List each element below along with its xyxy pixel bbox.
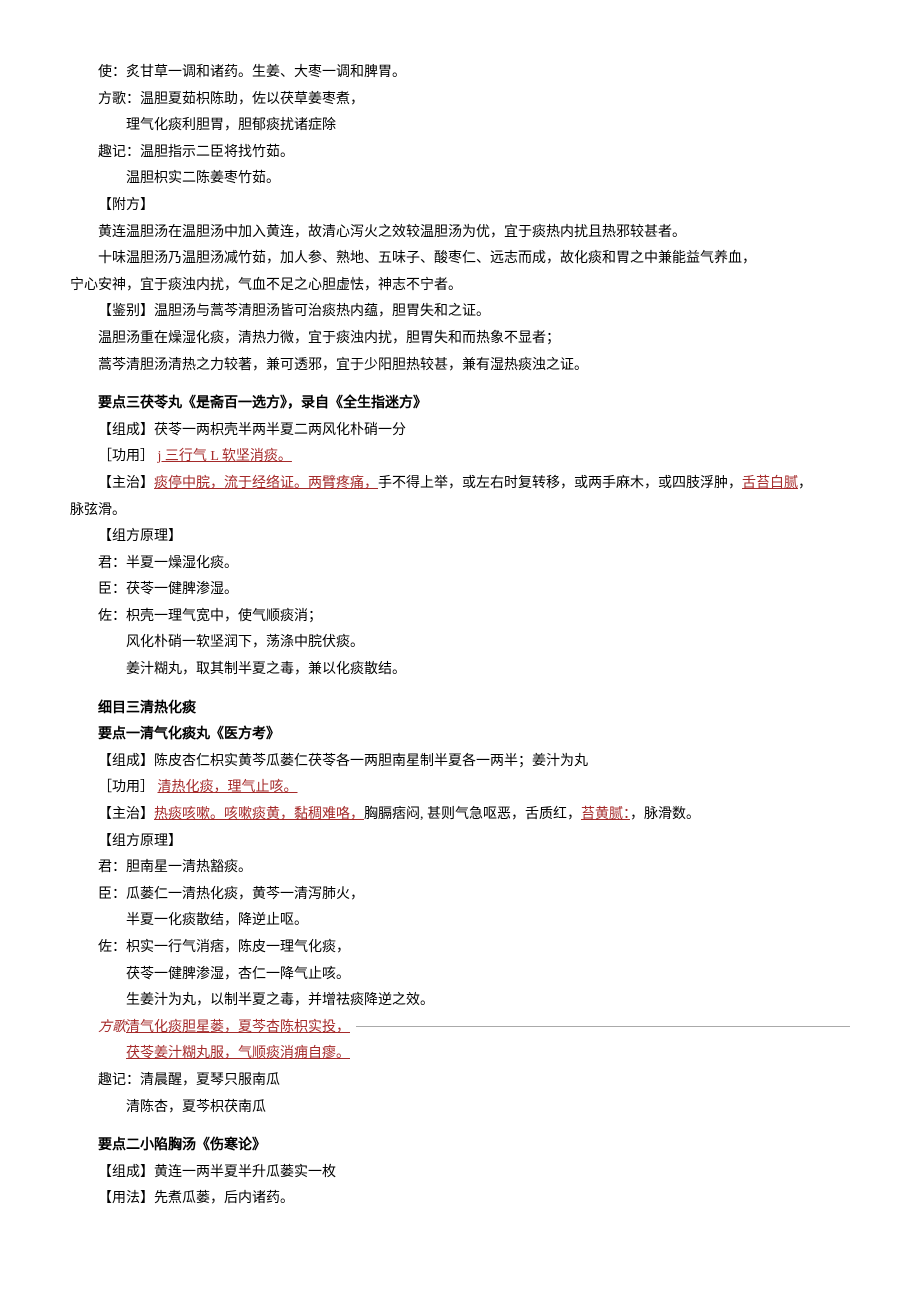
text-line: 【组成】黄连一两半夏半升瓜蒌实一枚: [70, 1160, 850, 1187]
text-line: 佐：枳实一行气消痞，陈皮一理气化痰，: [70, 935, 850, 962]
text-line: ［功用］ 清热化痰，理气止咳。: [70, 775, 850, 802]
text-line: 姜汁糊丸，取其制半夏之毒，兼以化痰散结。: [70, 657, 850, 684]
divider: [356, 1026, 850, 1027]
section-heading: 细目三清热化痰: [70, 696, 850, 723]
link-text[interactable]: 清气化痰胆星蒌，夏芩杏陈枳实投，: [126, 1020, 350, 1035]
text-line: 茯苓姜汁糊丸服，气顺痰消痈自瘳。: [70, 1041, 850, 1068]
text-line: 清陈杏，夏芩枳茯南瓜: [70, 1095, 850, 1122]
text-line: 茯苓一健脾渗湿，杏仁一降气止咳。: [70, 962, 850, 989]
text-line: 【组成】茯苓一两枳壳半两半夏二两风化朴硝一分: [70, 418, 850, 445]
text-line: 风化朴硝一软坚润下，荡涤中脘伏痰。: [70, 630, 850, 657]
label: 【主治】: [98, 476, 154, 491]
label: 方歌: [98, 1020, 126, 1035]
text-line: 君：胆南星一清热豁痰。: [70, 855, 850, 882]
label: 【主治】: [98, 807, 154, 822]
text-line: 趣记：清晨醒，夏琴只服南瓜: [70, 1068, 850, 1095]
text-line: 趣记：温胆指示二臣将找竹茹。: [70, 140, 850, 167]
text-line: 君：半夏一燥湿化痰。: [70, 551, 850, 578]
text-line: 【组成】陈皮杏仁枳实黄芩瓜蒌仁茯苓各一两胆南星制半夏各一两半；姜汁为丸: [70, 749, 850, 776]
link-text[interactable]: 茯苓姜汁糊丸服，气顺痰消痈自瘳。: [126, 1046, 350, 1061]
text-line: 佐：枳壳一理气宽中，使气顺痰消；: [70, 604, 850, 631]
text-line: 十味温胆汤乃温胆汤减竹茹，加人参、熟地、五味子、酸枣仁、远志而成，故化痰和胃之中…: [70, 246, 850, 273]
label: ［功用］: [98, 449, 154, 464]
text-line: 【主治】热痰咳嗽。咳嗽痰黄，黏稠难咯，胸膈痞闷, 甚则气急呕恶，舌质红，苔黄腻：…: [70, 802, 850, 829]
section-heading: 要点一清气化痰丸《医方考》: [70, 722, 850, 749]
text-line: ［功用］ j 三行气 L 软坚消痰。: [70, 444, 850, 471]
text-line: 脉弦滑。: [70, 498, 850, 525]
text-line: 臣：茯苓一健脾渗湿。: [70, 577, 850, 604]
link-text[interactable]: 热痰咳嗽。咳嗽痰黄，黏稠难咯，: [154, 807, 364, 822]
text-line: 【鉴别】温胆汤与蒿芩清胆汤皆可治痰热内蕴，胆胃失和之证。: [70, 299, 850, 326]
section-heading: 要点二小陷胸汤《伤寒论》: [70, 1133, 850, 1160]
text-line: 半夏一化痰散结，降逆止呕。: [70, 908, 850, 935]
link-text[interactable]: 清热化痰，理气止咳。: [158, 780, 298, 795]
text-line: 使：炙甘草一调和诸药。生姜、大枣一调和脾胃。: [70, 60, 850, 87]
text: ，: [798, 476, 812, 491]
text: 胸膈痞闷, 甚则气急呕恶，舌质红，: [364, 807, 581, 822]
text-line: 【主治】痰停中脘，流于经络证。两臂疼痛，手不得上举，或左右时复转移，或两手麻木，…: [70, 471, 850, 498]
text-line: 【组方原理】: [70, 524, 850, 551]
link-text[interactable]: 舌苔白腻: [742, 476, 798, 491]
text: 手不得上举，或左右时复转移，或两手麻木，或四肢浮肿，: [378, 476, 742, 491]
text-line: 【组方原理】: [70, 829, 850, 856]
text: ，脉滑数。: [630, 807, 700, 822]
text-line: 温胆汤重在燥湿化痰，清热力微，宜于痰浊内扰，胆胃失和而热象不显者；: [70, 326, 850, 353]
text-line: 黄连温胆汤在温胆汤中加入黄连，故清心泻火之效较温胆汤为优，宜于痰热内扰且热邪较甚…: [70, 220, 850, 247]
link-text[interactable]: 痰停中脘，流于经络证。两臂疼痛，: [154, 476, 378, 491]
link-text[interactable]: 苔黄腻：: [581, 807, 630, 822]
text-line: 【附方】: [70, 193, 850, 220]
link-text[interactable]: 痰。: [264, 449, 292, 464]
text-line: 宁心安神，宜于痰浊内扰，气血不足之心胆虚怯，神志不宁者。: [70, 273, 850, 300]
text-line: 温胆枳实二陈姜枣竹茹。: [70, 166, 850, 193]
text-line: 蒿芩清胆汤清热之力较著，兼可透邪，宜于少阳胆热较甚，兼有湿热痰浊之证。: [70, 353, 850, 380]
text-line: 生姜汁为丸，以制半夏之毒，并增祛痰降逆之效。: [70, 988, 850, 1015]
text-line: 方歌：温胆夏茹枳陈助，佐以茯草姜枣煮，: [70, 87, 850, 114]
text-line: 臣：瓜蒌仁一清热化痰，黄芩一清泻肺火，: [70, 882, 850, 909]
song-line: 方歌清气化痰胆星蒌，夏芩杏陈枳实投，: [70, 1015, 850, 1042]
text-line: 理气化痰利胆胃，胆郁痰扰诸症除: [70, 113, 850, 140]
text-line: 【用法】先煮瓜蒌，后内诸药。: [70, 1186, 850, 1213]
section-heading: 要点三茯苓丸《是斋百一选方》，录自《全生指迷方》: [70, 391, 850, 418]
link-text[interactable]: j 三行气 L 软坚消: [158, 449, 264, 464]
label: ［功用］: [98, 780, 154, 795]
